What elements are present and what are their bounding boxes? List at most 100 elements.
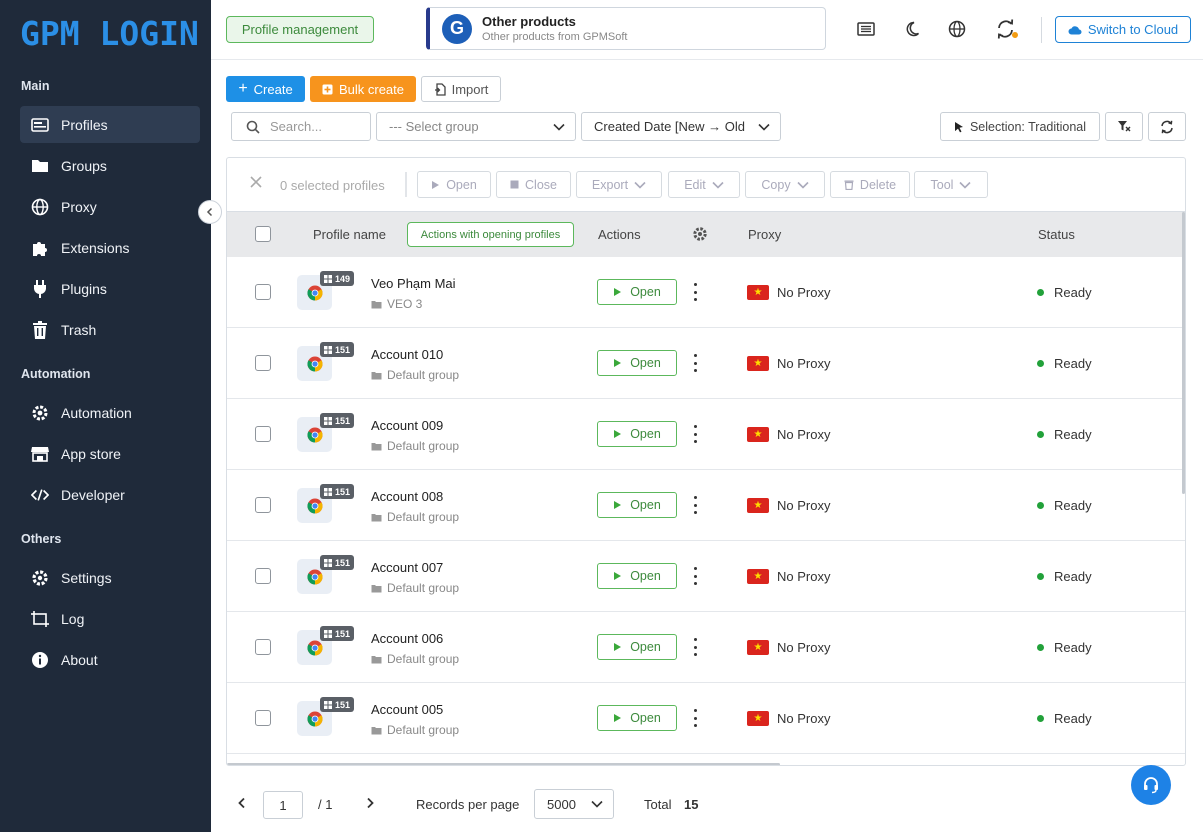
- status-dot: [1037, 644, 1044, 651]
- column-header-proxy[interactable]: Proxy: [748, 227, 781, 242]
- bulk-create-button[interactable]: Bulk create: [310, 76, 416, 102]
- previous-page-button[interactable]: [234, 795, 250, 811]
- dark-mode-moon-icon[interactable]: [901, 18, 923, 40]
- column-header-profile-name[interactable]: Profile name: [313, 227, 386, 242]
- table-row[interactable]: 151 Account 008 Default group Open ★ No …: [227, 470, 1185, 541]
- sidebar-item-groups[interactable]: Groups: [20, 147, 200, 184]
- sidebar-item-profiles[interactable]: Profiles: [20, 106, 200, 143]
- other-products-banner[interactable]: G Other products Other products from GPM…: [426, 7, 826, 50]
- profile-name[interactable]: Account 006: [371, 631, 443, 646]
- proxy-value: No Proxy: [777, 640, 831, 655]
- sidebar-item-settings[interactable]: Settings: [20, 559, 200, 596]
- bulk-edit-button[interactable]: Edit: [668, 171, 740, 198]
- profile-management-button[interactable]: Profile management: [226, 16, 374, 43]
- table-row[interactable]: 151 Account 010 Default group Open ★ No …: [227, 328, 1185, 399]
- selection-mode-label: Selection: Traditional: [969, 119, 1087, 134]
- sidebar-item-log[interactable]: Log: [20, 600, 200, 637]
- open-profile-button[interactable]: Open: [597, 705, 677, 731]
- status-value: Ready: [1054, 285, 1092, 300]
- support-chat-button[interactable]: [1131, 765, 1171, 805]
- more-actions-kebab-icon[interactable]: [691, 709, 699, 727]
- vietnam-flag-icon: ★: [747, 640, 769, 655]
- records-per-page-select[interactable]: 5000: [534, 789, 614, 819]
- table-row[interactable]: 151 Account 009 Default group Open ★ No …: [227, 399, 1185, 470]
- sidebar-item-label: Developer: [61, 486, 125, 503]
- more-actions-kebab-icon[interactable]: [691, 567, 699, 585]
- profile-name[interactable]: Account 005: [371, 702, 443, 717]
- sort-select[interactable]: Created Date [New → Old: [581, 112, 781, 141]
- create-button[interactable]: + Create: [226, 76, 305, 102]
- play-icon: [614, 714, 622, 722]
- sidebar-item-about[interactable]: About: [20, 641, 200, 678]
- row-checkbox[interactable]: [255, 639, 271, 655]
- bulk-edit-label: Edit: [684, 177, 706, 192]
- clear-filter-button[interactable]: [1105, 112, 1143, 141]
- vertical-scrollbar[interactable]: [1182, 212, 1185, 494]
- profile-name[interactable]: Account 009: [371, 418, 443, 433]
- sidebar-item-proxy[interactable]: Proxy: [20, 188, 200, 225]
- chevron-left-icon: [206, 207, 213, 217]
- sidebar-item-automation[interactable]: Automation: [20, 394, 200, 431]
- sync-icon[interactable]: [996, 18, 1018, 40]
- profile-name[interactable]: Veo Phạm Mai: [371, 276, 456, 291]
- bulk-delete-button[interactable]: Delete: [830, 171, 910, 198]
- profile-group: VEO 3: [371, 297, 422, 311]
- horizontal-scrollbar[interactable]: [227, 763, 780, 765]
- open-profile-button[interactable]: Open: [597, 634, 677, 660]
- row-checkbox[interactable]: [255, 284, 271, 300]
- row-checkbox[interactable]: [255, 355, 271, 371]
- bulk-copy-button[interactable]: Copy: [745, 171, 825, 198]
- sidebar-item-extensions[interactable]: Extensions: [20, 229, 200, 266]
- actions-with-opening-profiles-button[interactable]: Actions with opening profiles: [407, 222, 574, 247]
- row-checkbox[interactable]: [255, 568, 271, 584]
- sidebar-item-app-store[interactable]: App store: [20, 435, 200, 472]
- sidebar-item-plugins[interactable]: Plugins: [20, 270, 200, 307]
- more-actions-kebab-icon[interactable]: [691, 354, 699, 372]
- import-button[interactable]: Import: [421, 76, 501, 102]
- bulk-delete-label: Delete: [859, 177, 897, 192]
- bulk-close-button[interactable]: Close: [496, 171, 571, 198]
- bulk-export-button[interactable]: Export: [576, 171, 662, 198]
- more-actions-kebab-icon[interactable]: [691, 638, 699, 656]
- bulk-open-button[interactable]: Open: [417, 171, 491, 198]
- more-actions-kebab-icon[interactable]: [691, 425, 699, 443]
- vietnam-flag-icon: ★: [747, 356, 769, 371]
- language-globe-icon[interactable]: [946, 18, 968, 40]
- table-row[interactable]: 151 Account 007 Default group Open ★ No …: [227, 541, 1185, 612]
- open-profile-button[interactable]: Open: [597, 350, 677, 376]
- row-checkbox[interactable]: [255, 497, 271, 513]
- sidebar-collapse-button[interactable]: [198, 200, 222, 224]
- open-profile-button[interactable]: Open: [597, 279, 677, 305]
- search-input[interactable]: Search...: [231, 112, 371, 141]
- sidebar-item-trash[interactable]: Trash: [20, 311, 200, 348]
- sidebar-item-developer[interactable]: Developer: [20, 476, 200, 513]
- select-all-checkbox[interactable]: [255, 226, 271, 242]
- table-row[interactable]: 149 Veo Phạm Mai VEO 3 Open ★ No Proxy R…: [227, 257, 1185, 328]
- page-number-input[interactable]: 1: [263, 791, 303, 819]
- table-row[interactable]: 151 Account 005 Default group Open ★ No …: [227, 683, 1185, 754]
- records-per-page-value: 5000: [547, 796, 576, 812]
- profile-name[interactable]: Account 007: [371, 560, 443, 575]
- open-profile-button[interactable]: Open: [597, 492, 677, 518]
- browser-version-badge: 151: [320, 555, 355, 570]
- row-checkbox[interactable]: [255, 426, 271, 442]
- column-header-status[interactable]: Status: [1038, 227, 1075, 242]
- list-view-icon[interactable]: [855, 18, 877, 40]
- group-select[interactable]: --- Select group: [376, 112, 576, 141]
- row-checkbox[interactable]: [255, 710, 271, 726]
- next-page-button[interactable]: [362, 795, 378, 811]
- profile-name[interactable]: Account 008: [371, 489, 443, 504]
- refresh-button[interactable]: [1148, 112, 1186, 141]
- profile-name[interactable]: Account 010: [371, 347, 443, 362]
- table-row[interactable]: 151 Account 006 Default group Open ★ No …: [227, 612, 1185, 683]
- bulk-tool-button[interactable]: Tool: [914, 171, 988, 198]
- more-actions-kebab-icon[interactable]: [691, 283, 699, 301]
- close-icon[interactable]: [249, 175, 263, 189]
- open-profile-button[interactable]: Open: [597, 421, 677, 447]
- selection-mode-button[interactable]: Selection: Traditional: [940, 112, 1100, 141]
- open-profile-button[interactable]: Open: [597, 563, 677, 589]
- more-actions-kebab-icon[interactable]: [691, 496, 699, 514]
- column-settings-gear-icon[interactable]: [692, 226, 708, 242]
- switch-to-cloud-button[interactable]: Switch to Cloud: [1055, 16, 1191, 43]
- section-title-others: Others: [21, 532, 62, 546]
